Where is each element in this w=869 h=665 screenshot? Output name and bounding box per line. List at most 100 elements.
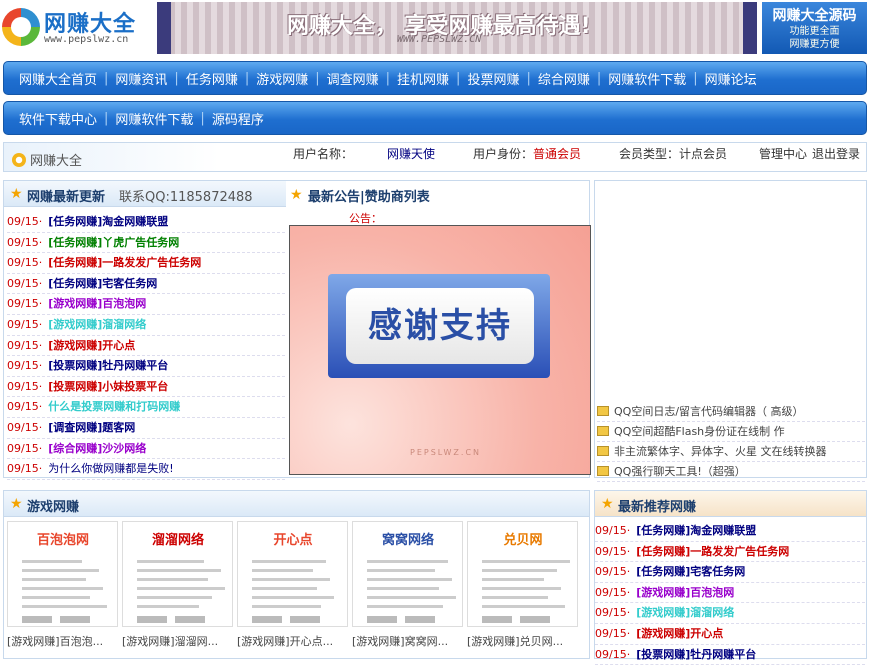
update-link[interactable]: [游戏网赚]百泡泡网 (48, 297, 146, 310)
game-card[interactable]: 窝窝网络 (352, 521, 463, 627)
game-card-details (22, 560, 108, 614)
game-caption[interactable]: [游戏网赚]百泡泡... (7, 633, 118, 649)
tool-link-label: QQ空间超酷Flash身份证在线制 作 (614, 425, 785, 438)
update-date: 09/15· (7, 379, 43, 393)
update-date: 09/15· (7, 235, 43, 249)
nav-item[interactable]: 任务网赚 (179, 69, 245, 88)
recommend-date: 09/15· (595, 524, 631, 537)
recommend-header: ★ 最新推荐网赚 (595, 491, 866, 517)
update-row[interactable]: 09/15· [调查网赚]题客网 (7, 418, 285, 439)
nav-item[interactable]: 网赚软件下载 (108, 109, 200, 128)
notice-watermark: PEPSLWZ.CN (410, 448, 482, 457)
site-logo[interactable]: 网赚大全 www.pepslwz.cn (2, 4, 152, 50)
game-card[interactable]: 百泡泡网 (7, 521, 118, 627)
tool-link[interactable]: QQ空间超酷Flash身份证在线制 作 (597, 422, 865, 442)
tool-link[interactable]: QQ强行聊天工具!（超强） (597, 462, 865, 482)
identity-value: 普通会员 (533, 147, 582, 161)
tool-link[interactable]: 非主流繁体字、异体字、火星 文在线转换器 (597, 442, 865, 462)
recommend-link[interactable]: [任务网赚]一路发发广告任务网 (636, 545, 789, 558)
update-link[interactable]: [游戏网赚]溜溜网络 (48, 318, 146, 331)
recommend-row[interactable]: 09/15· [投票网赚]牡丹网赚平台 (595, 645, 865, 665)
update-row[interactable]: 09/15· [游戏网赚]百泡泡网 (7, 294, 285, 315)
nav-item[interactable]: 投票网赚 (460, 69, 526, 88)
update-link[interactable]: [任务网赚]淘金网赚联盟 (48, 215, 168, 228)
game-logo: 兑贝网 (503, 533, 543, 548)
tool-link[interactable]: QQ空间日志/留言代码编辑器（ 高级） (597, 402, 865, 422)
game-card[interactable]: 开心点 (237, 521, 348, 627)
star-icon: ★ (290, 187, 303, 203)
update-row[interactable]: 09/15· 什么是投票网赚和打码网赚 (7, 397, 285, 418)
latest-updates-header: ★ 网赚最新更新 联系QQ:1185872488 (4, 181, 286, 207)
update-link[interactable]: [任务网赚]丫虎广告任务网 (48, 236, 179, 249)
nav-item[interactable]: 网赚软件下载 (601, 69, 693, 88)
recommend-row[interactable]: 09/15· [任务网赚]一路发发广告任务网 (595, 542, 865, 563)
recommend-link[interactable]: [游戏网赚]开心点 (636, 627, 723, 640)
home-link[interactable]: 网赚大全 (12, 150, 82, 169)
game-earning-panel: ★ 游戏网赚 百泡泡网 [游戏网赚]百泡泡... 溜溜网络 [游戏网赚]溜溜网... 开… (3, 490, 590, 659)
logout-link[interactable]: 退出登录 (812, 145, 860, 162)
update-row[interactable]: 09/15· 为什么你做网赚都是失败! (7, 459, 285, 480)
notice-image[interactable]: 感谢支持 PEPSLWZ.CN (289, 225, 591, 475)
update-row[interactable]: 09/15· [任务网赚]丫虎广告任务网 (7, 233, 285, 254)
notice-title[interactable]: 最新公告|赞助商列表 (308, 186, 430, 205)
game-caption[interactable]: [游戏网赚]窝窝网... (352, 633, 463, 649)
update-row[interactable]: 09/15· [投票网赚]牡丹网赚平台 (7, 356, 285, 377)
update-row[interactable]: 09/15· [任务网赚]一路发发广告任务网 (7, 253, 285, 274)
header: 网赚大全 www.pepslwz.cn 网赚大全， 享受网赚最高待遇! WWW.… (0, 0, 869, 58)
admin-center-link[interactable]: 管理中心 (759, 145, 807, 162)
update-row[interactable]: 09/15· [游戏网赚]开心点 (7, 336, 285, 357)
game-caption[interactable]: [游戏网赚]开心点... (237, 633, 348, 649)
update-date: 09/15· (7, 215, 43, 228)
banner-left-edge (157, 2, 171, 54)
update-link[interactable]: [投票网赚]牡丹网赚平台 (48, 359, 168, 372)
header-banner[interactable]: 网赚大全， 享受网赚最高待遇! WWW.PEPSLWZ.CN (157, 2, 757, 54)
game-card-details (137, 560, 225, 614)
nav-item[interactable]: 综合网赚 (531, 69, 597, 88)
thanks-text: 感谢支持 (346, 288, 534, 364)
recommend-link[interactable]: [任务网赚]宅客任务网 (636, 565, 745, 578)
update-row[interactable]: 09/15· [综合网赚]沙沙网络 (7, 439, 285, 460)
tools-link-list: QQ空间日志/留言代码编辑器（ 高级） QQ空间超酷Flash身份证在线制 作非主… (597, 402, 865, 482)
nav-item[interactable]: 源码程序 (205, 109, 271, 128)
nav-item[interactable]: 调查网赚 (320, 69, 386, 88)
update-link[interactable]: 什么是投票网赚和打码网赚 (48, 400, 180, 413)
update-link[interactable]: [任务网赚]一路发发广告任务网 (48, 256, 201, 269)
game-card[interactable]: 兑贝网 (467, 521, 578, 627)
update-date: 09/15· (7, 317, 43, 331)
source-code-ad[interactable]: 网赚大全源码 功能更全面 网赚更方便 (762, 2, 867, 54)
recommend-row[interactable]: 09/15· [任务网赚]淘金网赚联盟 (595, 521, 865, 542)
update-link[interactable]: [调查网赚]题客网 (48, 421, 135, 434)
update-date: 09/15· (7, 297, 43, 311)
update-link[interactable]: [综合网赚]沙沙网络 (48, 442, 146, 455)
nav-item[interactable]: 游戏网赚 (249, 69, 315, 88)
recommend-link[interactable]: [游戏网赚]百泡泡网 (636, 586, 734, 599)
update-link[interactable]: 为什么你做网赚都是失败! (48, 462, 173, 475)
nav-item[interactable]: 网赚资讯 (108, 69, 174, 88)
banner-subtext: WWW.PEPSLWZ.CN (397, 34, 482, 45)
game-logo: 溜溜网络 (151, 533, 204, 548)
nav-item[interactable]: 挂机网赚 (390, 69, 456, 88)
update-row[interactable]: 09/15· [投票网赚]小妹投票平台 (7, 377, 285, 398)
nav-item[interactable]: 网赚大全首页 (12, 69, 104, 88)
game-caption[interactable]: [游戏网赚]兑贝网... (467, 633, 578, 649)
logo-swirl-icon (2, 8, 40, 46)
update-link[interactable]: [投票网赚]小妹投票平台 (48, 380, 168, 393)
recommend-link[interactable]: [任务网赚]淘金网赚联盟 (636, 524, 756, 537)
nav-item[interactable]: 软件下载中心 (12, 109, 104, 128)
update-row[interactable]: 09/15· [任务网赚]宅客任务网 (7, 274, 285, 295)
update-link[interactable]: [游戏网赚]开心点 (48, 339, 135, 352)
recommend-link[interactable]: [游戏网赚]溜溜网络 (636, 606, 734, 619)
recommend-date: 09/15· (595, 626, 631, 640)
update-link[interactable]: [任务网赚]宅客任务网 (48, 277, 157, 290)
recommend-row[interactable]: 09/15· [游戏网赚]溜溜网络 (595, 603, 865, 624)
game-card[interactable]: 溜溜网络 (122, 521, 233, 627)
username-label: 用户名称： (293, 147, 354, 161)
nav-item[interactable]: 网赚论坛 (698, 69, 764, 88)
game-logo: 开心点 (273, 533, 313, 548)
recommend-row[interactable]: 09/15· [任务网赚]宅客任务网 (595, 562, 865, 583)
update-row[interactable]: 09/15· [任务网赚]淘金网赚联盟 (7, 212, 285, 233)
game-caption[interactable]: [游戏网赚]溜溜网... (122, 633, 233, 649)
recommend-row[interactable]: 09/15· [游戏网赚]开心点 (595, 624, 865, 645)
update-row[interactable]: 09/15· [游戏网赚]溜溜网络 (7, 315, 285, 336)
recommend-row[interactable]: 09/15· [游戏网赚]百泡泡网 (595, 583, 865, 604)
